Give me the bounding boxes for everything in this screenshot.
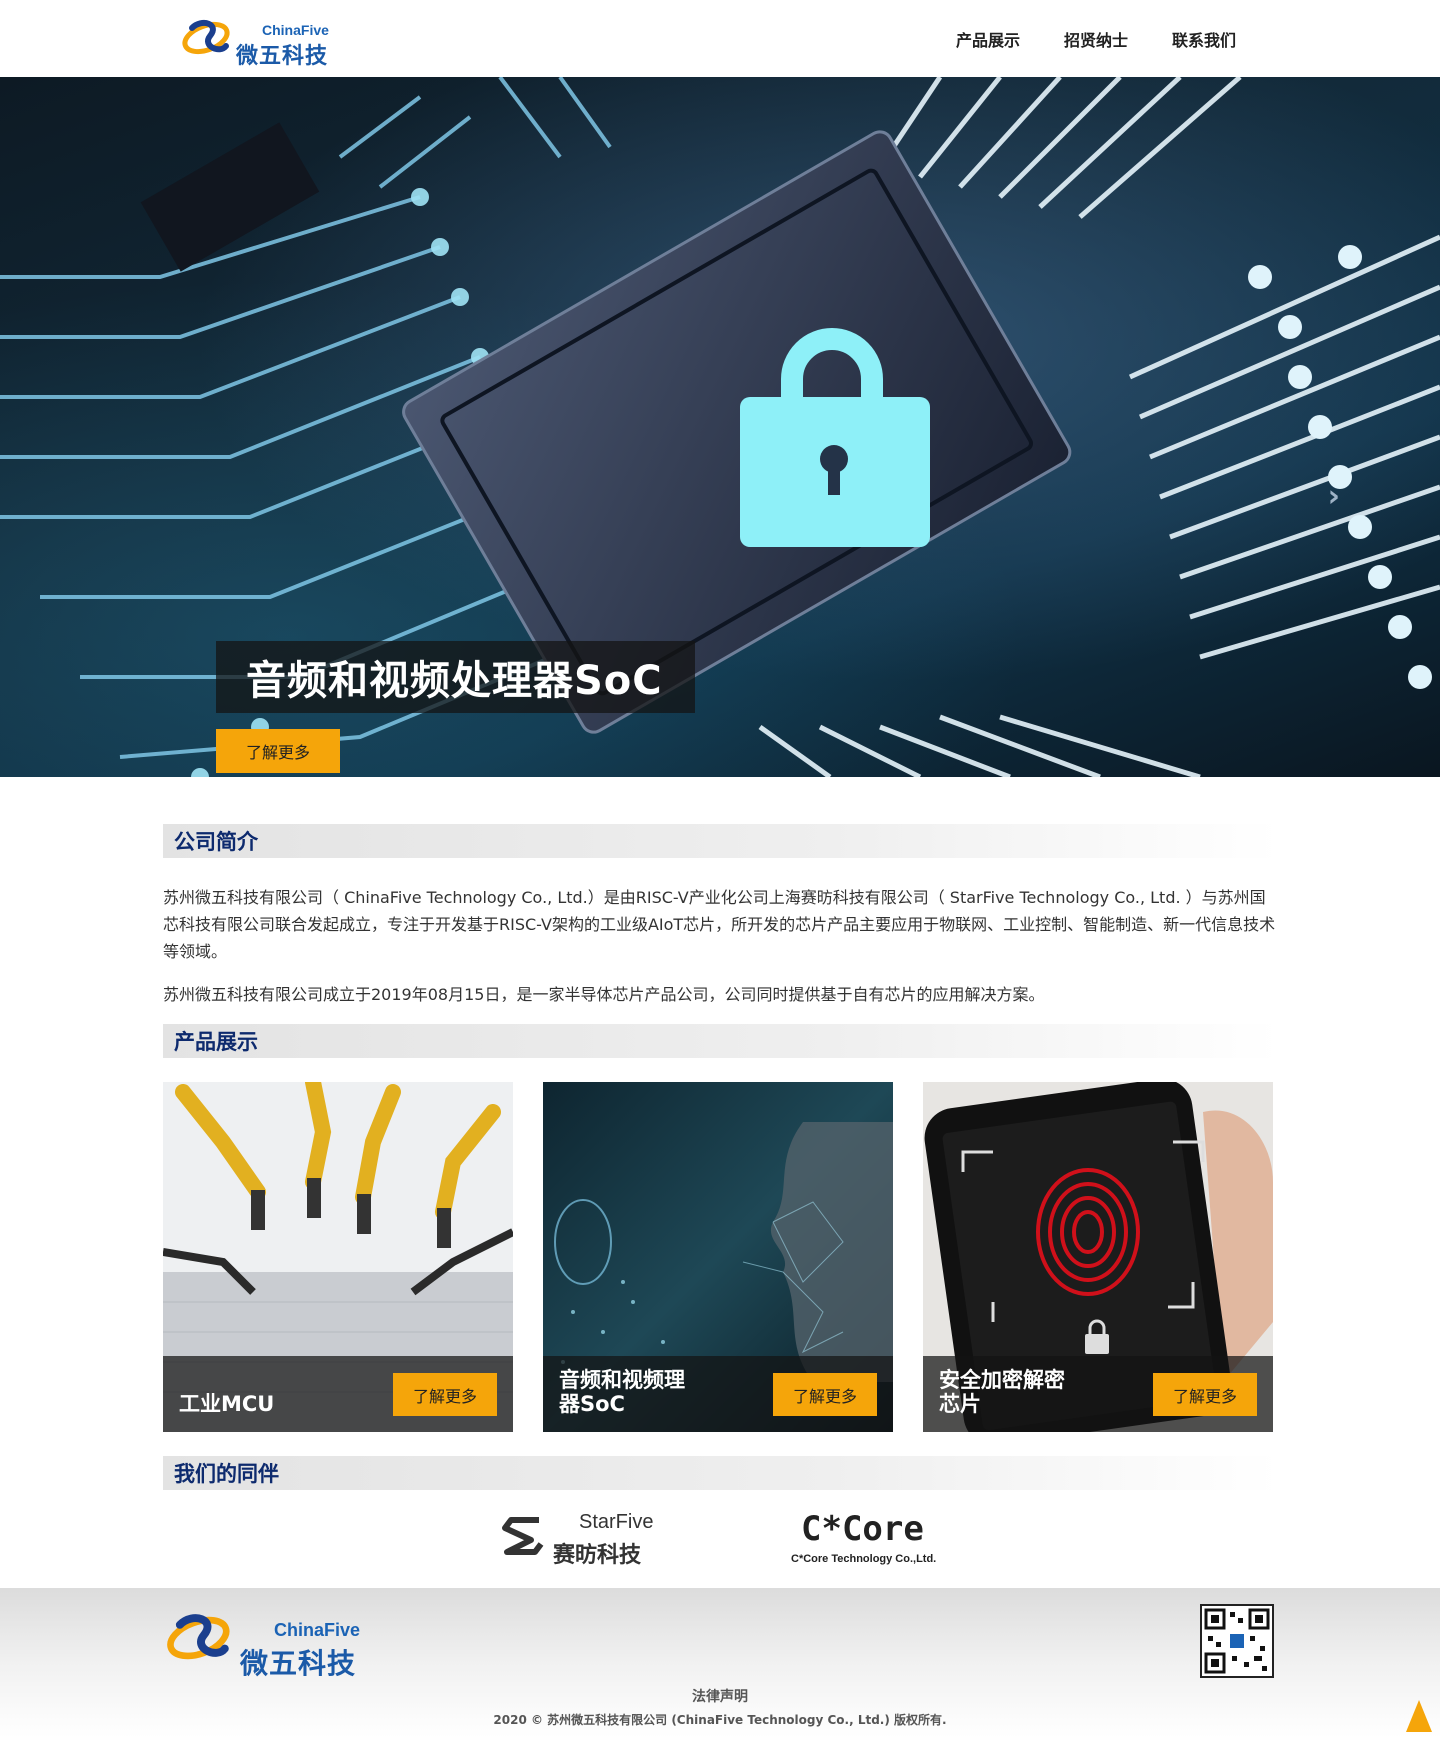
qr-code-icon — [1200, 1604, 1274, 1678]
logo-text-cn: 微五科技 — [236, 44, 329, 69]
main-nav: 产品展示 招贤纳士 联系我们 — [956, 0, 1236, 77]
ccore-subtitle: C*Core Technology Co.,Ltd. — [791, 1553, 937, 1565]
footer-logo-mark-icon — [167, 1614, 230, 1660]
intro-title: 公司简介 — [174, 830, 258, 854]
ccore-name: C*Core — [801, 1509, 924, 1549]
hero-caption: 音频和视频处理器SoC — [216, 641, 695, 713]
product-learn-more-button[interactable]: 了解更多 — [773, 1373, 877, 1416]
nav-careers[interactable]: 招贤纳士 — [1064, 27, 1128, 51]
company-logo[interactable]: ChinaFive 微五科技 — [180, 12, 330, 69]
intro-heading: 公司简介 — [163, 824, 1279, 858]
starfive-name-en: StarFive — [579, 1511, 654, 1533]
footer-logo-text-cn: 微五科技 — [240, 1647, 357, 1680]
back-to-top-icon[interactable] — [1406, 1700, 1432, 1732]
products-title: 产品展示 — [174, 1030, 258, 1054]
partners-title: 我们的同伴 — [174, 1462, 279, 1486]
intro-section: 公司简介 苏州微五科技有限公司（ ChinaFive Technology Co… — [163, 824, 1279, 1008]
footer-logo-text-en: ChinaFive — [274, 1620, 361, 1640]
product-title: 工业MCU — [179, 1392, 275, 1416]
starfive-logo-icon — [502, 1517, 544, 1555]
partners-section: 我们的同伴 StarFive 赛昉科技 C*Core C*Core Techno… — [163, 1456, 1279, 1588]
carousel-next-icon[interactable]: › — [1328, 479, 1340, 514]
footer-logo[interactable]: ChinaFive 微五科技 — [164, 1604, 364, 1680]
intro-paragraph-2: 苏州微五科技有限公司成立于2019年08月15日，是一家半导体芯片产品公司，公司… — [163, 985, 1045, 1004]
intro-paragraph-1: 苏州微五科技有限公司（ ChinaFive Technology Co., Lt… — [163, 888, 1276, 961]
hero-learn-more-button[interactable]: 了解更多 — [216, 729, 340, 773]
partner-logos: StarFive 赛昉科技 C*Core C*Core Technology C… — [163, 1490, 1279, 1588]
nav-products[interactable]: 产品展示 — [956, 27, 1020, 51]
logo-text-en: ChinaFive — [262, 22, 329, 38]
intro-text: 苏州微五科技有限公司（ ChinaFive Technology Co., Lt… — [163, 884, 1279, 1008]
legal-notice-link[interactable]: 法律声明 — [0, 1686, 1440, 1706]
product-title: 安全加密解密芯片 — [939, 1368, 1065, 1416]
hero-carousel[interactable]: 音频和视频处理器SoC 了解更多 › — [0, 77, 1440, 777]
hero-caption-text: 音频和视频处理器SoC — [246, 658, 663, 704]
product-card-security[interactable]: 安全加密解密芯片 了解更多 — [923, 1082, 1273, 1432]
product-learn-more-button[interactable]: 了解更多 — [393, 1373, 497, 1416]
partner-ccore[interactable]: C*Core C*Core Technology Co.,Ltd. — [791, 1509, 941, 1569]
site-header: ChinaFive 微五科技 产品展示 招贤纳士 联系我们 — [0, 0, 1440, 77]
copyright-text: 2020 © 苏州微五科技有限公司 (ChinaFive Technology … — [493, 1713, 947, 1727]
products-section: 产品展示 工业MCU 了解更多 音频和视频理器SoC 了解更多 安全加密解密芯片… — [163, 1024, 1279, 1432]
product-learn-more-button[interactable]: 了解更多 — [1153, 1373, 1257, 1416]
product-title: 音频和视频理器SoC — [559, 1368, 685, 1416]
product-card-av-soc[interactable]: 音频和视频理器SoC 了解更多 — [543, 1082, 893, 1432]
site-footer: ChinaFive 微五科技 法律声明 2020 © 苏州微五科技有限公司 (C… — [0, 1588, 1440, 1738]
product-card-mcu[interactable]: 工业MCU 了解更多 — [163, 1082, 513, 1432]
product-grid: 工业MCU 了解更多 音频和视频理器SoC 了解更多 安全加密解密芯片 了解更多 — [163, 1082, 1279, 1432]
starfive-name-cn: 赛昉科技 — [553, 1543, 642, 1568]
partner-starfive[interactable]: StarFive 赛昉科技 — [501, 1509, 661, 1569]
products-heading: 产品展示 — [163, 1024, 1279, 1058]
logo-mark-icon — [182, 19, 230, 55]
partners-heading: 我们的同伴 — [163, 1456, 1279, 1490]
nav-contact[interactable]: 联系我们 — [1172, 27, 1236, 51]
